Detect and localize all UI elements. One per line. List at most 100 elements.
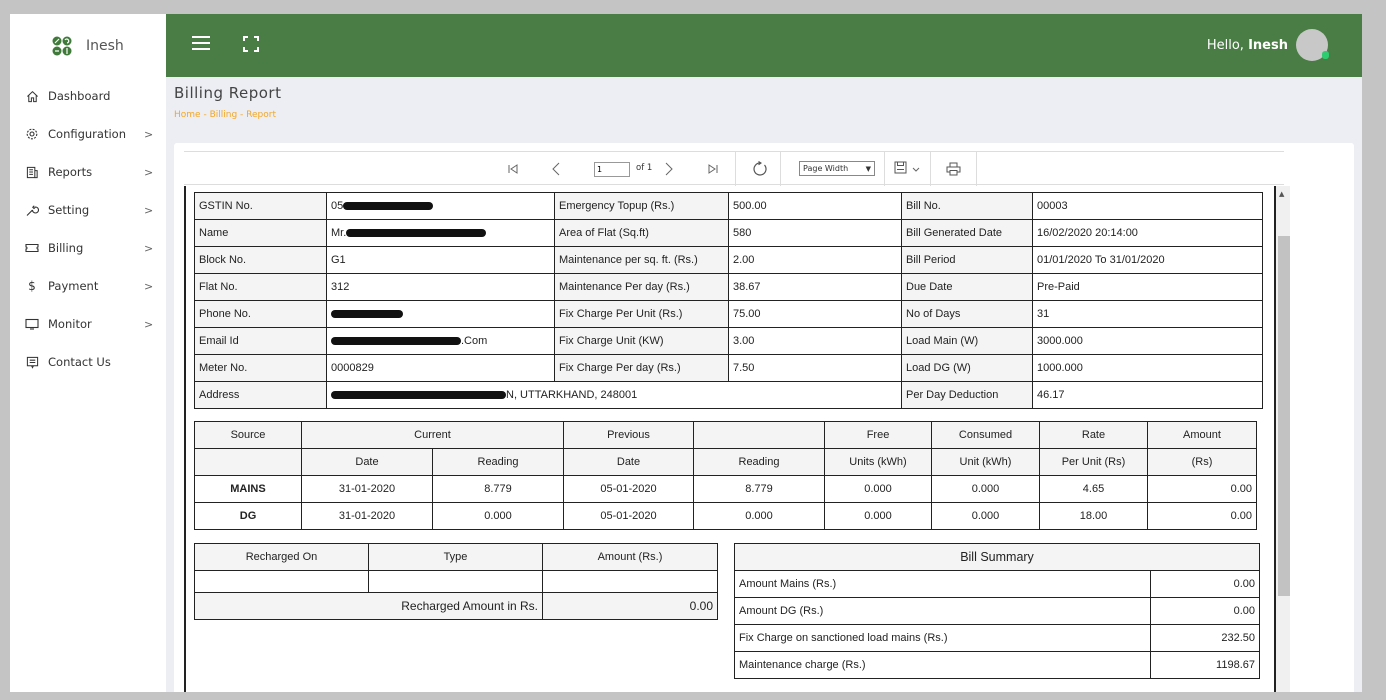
field-label: Load Main (W) — [901, 327, 1033, 355]
last-page-icon[interactable] — [702, 152, 724, 186]
sidebar-item-label: Billing — [48, 241, 84, 255]
window-edge — [1362, 14, 1376, 692]
cell: 8.779 — [693, 475, 825, 503]
info-row: Flat No. 312 Maintenance Per day (Rs.) 38.6… — [194, 273, 1263, 301]
recharge-header-row: Recharged On Type Amount (Rs.) — [194, 543, 718, 571]
field-label: Emergency Topup (Rs.) — [554, 192, 729, 220]
monitor-icon — [24, 316, 40, 332]
cell: 0.000 — [931, 502, 1040, 530]
field-label: GSTIN No. — [194, 192, 327, 220]
refresh-icon[interactable] — [740, 152, 780, 186]
table-row — [194, 570, 718, 593]
field-label: Block No. — [194, 246, 327, 274]
scroll-up-icon[interactable]: ▲ — [1279, 190, 1284, 198]
sidebar-item-label: Configuration — [48, 127, 126, 141]
field-value: 31 — [1032, 300, 1263, 328]
summary-label: Maintenance charge (Rs.) — [734, 651, 1151, 679]
info-row: Meter No. 0000829 Fix Charge Per day (Rs.)… — [194, 354, 1263, 382]
summary-label: Fix Charge on sanctioned load mains (Rs.… — [734, 624, 1151, 652]
next-page-icon[interactable] — [659, 152, 679, 186]
sidebar-item-label: Monitor — [48, 317, 92, 331]
field-label: Meter No. — [194, 354, 327, 382]
column-header: Source — [194, 421, 302, 449]
cell: 4.65 — [1039, 475, 1148, 503]
fullscreen-icon[interactable] — [242, 35, 260, 53]
column-subheader: Reading — [693, 448, 825, 476]
zoom-select[interactable]: Page Width ▼ — [799, 161, 875, 176]
sidebar-item-reports[interactable]: Reports > — [10, 153, 166, 191]
column-subheader: Date — [301, 448, 433, 476]
field-value: 7.50 — [728, 354, 902, 382]
field-value: 01/01/2020 To 31/01/2020 — [1032, 246, 1263, 274]
sidebar-item-contact-us[interactable]: Contact Us — [10, 343, 166, 381]
field-label: Bill No. — [901, 192, 1033, 220]
toolbar-separator — [780, 152, 781, 186]
field-label: Load DG (W) — [901, 354, 1033, 382]
print-icon[interactable] — [933, 152, 973, 186]
page-number-input[interactable] — [594, 162, 630, 177]
column-subheader: Reading — [432, 448, 564, 476]
field-value: 38.67 — [728, 273, 902, 301]
sidebar: Inesh Dashboard Configuration > Reports … — [10, 14, 166, 692]
column-subheader: Date — [563, 448, 694, 476]
breadcrumb-home[interactable]: Home — [174, 110, 201, 120]
cell: 8.779 — [432, 475, 564, 503]
export-save-button[interactable] — [887, 152, 927, 186]
sidebar-item-billing[interactable]: Billing > — [10, 229, 166, 267]
sidebar-item-payment[interactable]: $ Payment > — [10, 267, 166, 305]
column-header: Amount — [1147, 421, 1257, 449]
toolbar-separator — [976, 152, 977, 186]
recharge-total-label: Recharged Amount in Rs. — [194, 592, 543, 620]
toolbar-separator — [735, 152, 736, 186]
report-scrollbar[interactable]: ▲ — [1274, 186, 1290, 692]
sidebar-item-configuration[interactable]: Configuration > — [10, 115, 166, 153]
column-subheader: (Rs) — [1147, 448, 1257, 476]
field-value: 3000.000 — [1032, 327, 1263, 355]
meter-readings-table: Source Current Previous Free Consumed Rate Amo… — [194, 421, 1257, 530]
sidebar-item-setting[interactable]: Setting > — [10, 191, 166, 229]
field-value: 00003 — [1032, 192, 1263, 220]
chevron-right-icon: > — [144, 127, 154, 141]
hamburger-menu-icon[interactable] — [192, 36, 210, 52]
summary-value: 232.50 — [1150, 624, 1260, 652]
recharge-total-row: Recharged Amount in Rs. 0.00 — [194, 592, 718, 620]
field-label: Fix Charge Unit (KW) — [554, 327, 729, 355]
previous-page-icon[interactable] — [546, 152, 566, 186]
avatar[interactable] — [1296, 29, 1329, 61]
cell: 0.000 — [931, 475, 1040, 503]
column-subheader: Units (kWh) — [824, 448, 932, 476]
recharge-total-value: 0.00 — [542, 592, 718, 620]
breadcrumb-billing[interactable]: Billing — [210, 110, 238, 120]
field-label: Bill Generated Date — [901, 219, 1033, 247]
info-row: Block No. G1 Maintenance per sq. ft. (Rs.)… — [194, 246, 1263, 274]
scrollbar-thumb[interactable] — [1278, 236, 1290, 596]
field-value: Pre-Paid — [1032, 273, 1263, 301]
sidebar-item-monitor[interactable]: Monitor > — [10, 305, 166, 343]
source-name: MAINS — [194, 475, 302, 503]
logo-icon — [52, 36, 72, 55]
toolbar-separator — [930, 152, 931, 186]
wrench-icon — [24, 202, 40, 218]
breadcrumb-report[interactable]: Report — [246, 110, 276, 120]
summary-value: 0.00 — [1150, 570, 1260, 598]
redaction-mark — [343, 202, 434, 211]
column-header: Type — [368, 543, 543, 571]
redaction-mark — [331, 337, 461, 346]
brand[interactable]: Inesh — [10, 14, 166, 77]
bill-summary-table: Bill Summary Amount Mains (Rs.) 0.00 Amoun… — [734, 543, 1260, 679]
field-value: 2.00 — [728, 246, 902, 274]
cell: 0.000 — [432, 502, 564, 530]
field-label: Bill Period — [901, 246, 1033, 274]
dropdown-arrow-icon: ▼ — [865, 164, 871, 173]
redaction-mark — [331, 391, 506, 400]
page-title: Billing Report — [174, 84, 282, 102]
column-header: Free — [824, 421, 932, 449]
column-header: Recharged On — [194, 543, 369, 571]
chevron-right-icon: > — [144, 241, 154, 255]
sidebar-item-dashboard[interactable]: Dashboard — [10, 77, 166, 115]
field-value: 16/02/2020 20:14:00 — [1032, 219, 1263, 247]
cell: 0.00 — [1147, 475, 1257, 503]
table-row: MAINS 31-01-2020 8.779 05-01-2020 8.779 0.000… — [194, 475, 1257, 503]
first-page-icon[interactable] — [502, 152, 524, 186]
redaction-mark — [346, 229, 487, 238]
